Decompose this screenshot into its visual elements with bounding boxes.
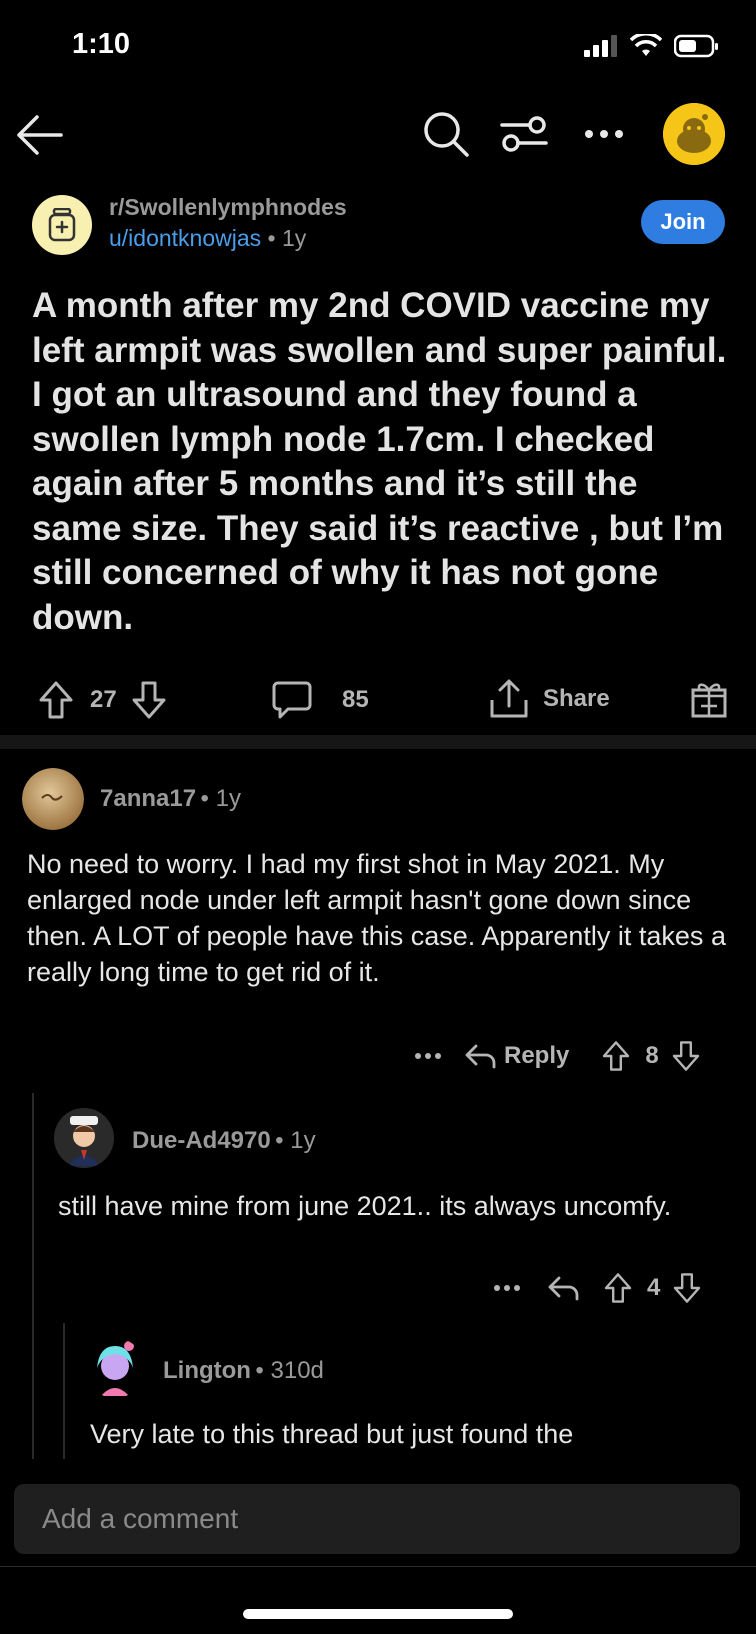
meta-separator: • [255,1357,271,1384]
share-icon [490,679,528,718]
comment-votes: 8 [645,1042,659,1069]
home-indicator[interactable] [243,1609,513,1619]
downvote-icon[interactable] [671,1040,701,1072]
comment-icon [272,681,312,719]
reply-icon [465,1044,496,1069]
comment-actions: Reply 8 [414,1040,701,1072]
comment-avatar[interactable] [54,1108,114,1168]
reply-icon[interactable] [547,1275,579,1301]
upvote-count: 27 [90,686,117,713]
bottom-separator [0,1566,756,1567]
back-arrow-icon [17,115,63,155]
avatar-image-icon [22,768,84,830]
more-icon[interactable] [493,1284,521,1292]
section-divider [0,735,756,749]
search-button[interactable] [418,106,474,162]
comment-header: 7anna17 • 1y [100,785,241,813]
jar-icon [48,208,76,242]
more-icon [585,130,623,138]
vote-group: 27 [38,680,167,720]
thread-line [63,1323,65,1459]
post-meta: u/idontknowjas • 1y [109,225,306,252]
battery-icon [674,34,718,58]
more-icon[interactable] [414,1052,442,1060]
status-icons [584,34,720,58]
share-button[interactable]: Share [489,678,610,720]
top-nav [0,100,756,170]
upvote-icon[interactable] [601,1040,631,1072]
comment-body: Very late to this thread but just found … [90,1419,574,1449]
avatar-image-icon [85,1338,145,1398]
upvote-icon[interactable] [603,1272,633,1304]
comment-header: Lington • 310d [163,1357,324,1385]
search-icon [424,112,469,157]
comment-username[interactable]: Lington [163,1357,251,1384]
comment-avatar[interactable] [22,768,84,830]
comment-username[interactable]: Due-Ad4970 [132,1127,271,1154]
meta-separator: • [200,785,216,812]
snoo-avatar-icon [663,103,725,165]
comment-time: 1y [215,785,241,812]
award-button[interactable] [690,678,728,718]
sort-filter-button[interactable] [496,106,552,162]
thread-line [32,1093,34,1459]
avatar-image-icon [54,1108,114,1168]
meta-separator: • [275,1127,291,1154]
comment-username[interactable]: 7anna17 [100,785,196,812]
more-options-button[interactable] [576,106,632,162]
add-comment-input[interactable] [14,1484,740,1554]
user-avatar[interactable] [663,103,725,165]
share-label: Share [543,685,610,712]
post-author[interactable]: u/idontknowjas [109,225,261,251]
post-time: 1y [282,225,307,251]
subreddit-icon[interactable] [32,195,92,255]
filter-icon [500,116,548,152]
status-time: 1:10 [72,28,131,60]
comment-actions: 4 [493,1272,702,1304]
downvote-icon[interactable] [672,1272,702,1304]
comment-composer [14,1484,740,1554]
downvote-icon[interactable] [131,680,167,720]
subreddit-name[interactable]: r/Swollenlymphnodes [109,194,347,221]
reply-button[interactable]: Reply [464,1042,569,1070]
upvote-icon[interactable] [38,680,74,720]
comment-time: 310d [270,1357,324,1384]
comment-count: 85 [342,686,369,713]
post-title: A month after my 2nd COVID vaccine my le… [32,286,727,637]
comment-body-clip: Very late to this thread but just found … [90,1416,730,1460]
comment-avatar[interactable] [85,1338,145,1398]
comment-body: still have mine from june 2021.. its alw… [58,1191,672,1221]
comments-button[interactable]: 85 [272,680,369,720]
reply-label: Reply [504,1042,570,1069]
award-icon [691,683,727,718]
comment-body: No need to worry. I had my first shot in… [27,849,726,987]
signal-icon [584,35,617,57]
comment-time: 1y [290,1127,316,1154]
post-action-bar: 27 85 Share [0,670,756,730]
join-button[interactable]: Join [641,200,725,244]
meta-separator: • [267,225,282,251]
comment-header: Due-Ad4970 • 1y [132,1127,316,1155]
comment-votes: 4 [647,1274,661,1301]
wifi-icon [630,34,662,56]
back-button[interactable] [12,108,66,162]
